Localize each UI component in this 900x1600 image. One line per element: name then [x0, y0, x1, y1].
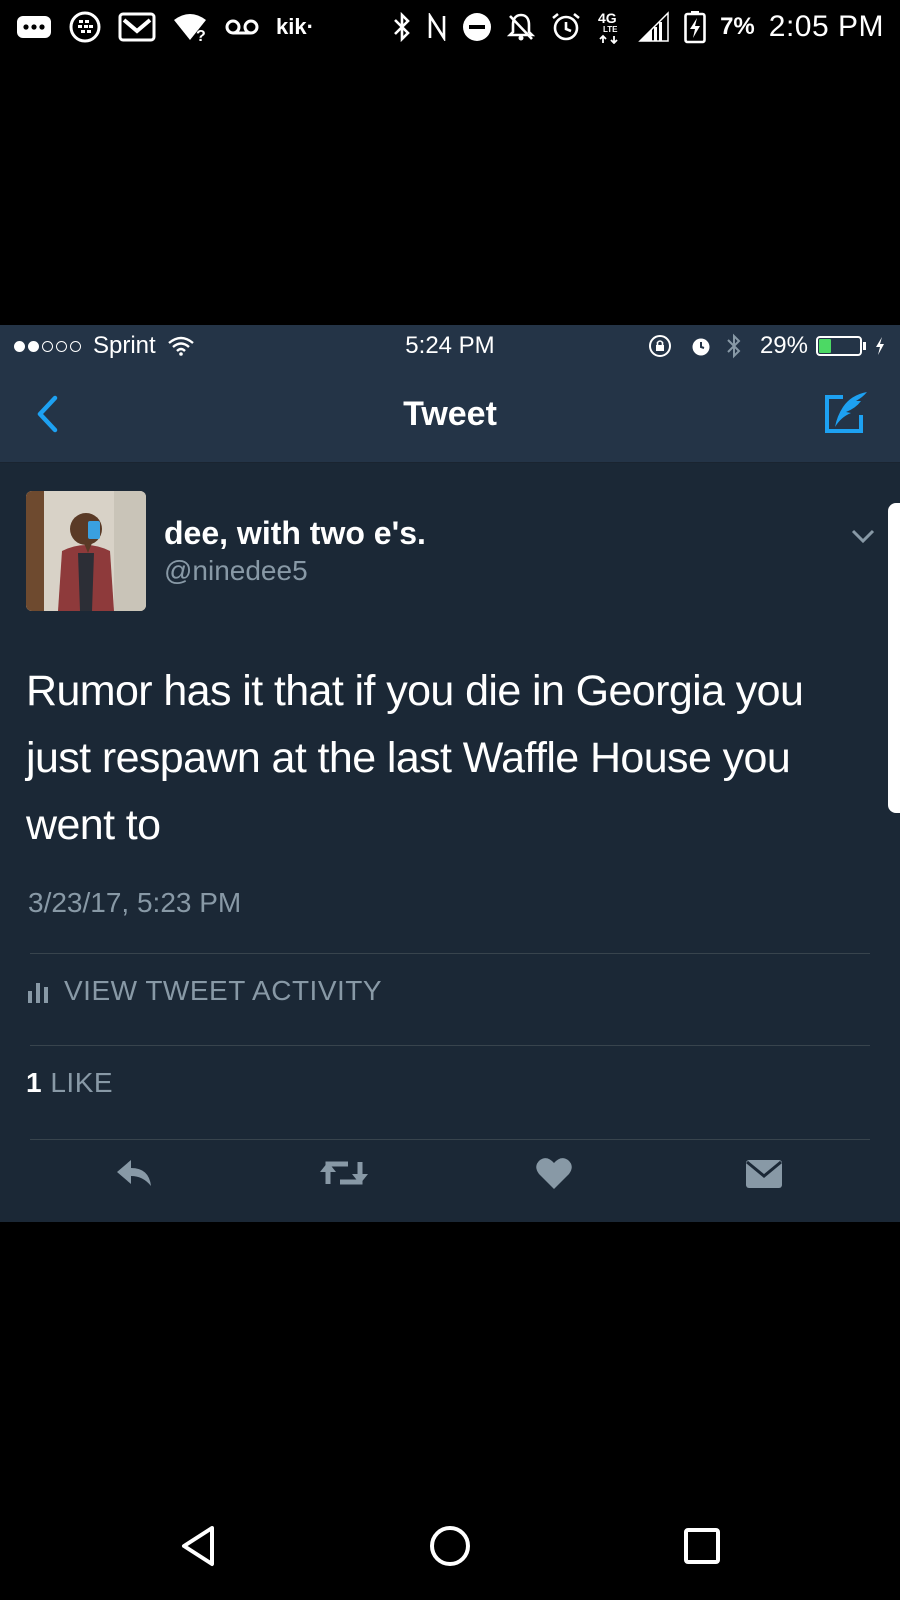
carrier-name: Sprint: [93, 332, 156, 359]
signal-dot: [42, 340, 53, 352]
reply-button[interactable]: [104, 1143, 164, 1203]
divider: [30, 953, 870, 954]
signal-dot: [56, 340, 67, 352]
network-type-label: 4G: [598, 10, 617, 26]
back-button[interactable]: [22, 389, 72, 439]
user-display-name[interactable]: dee, with two e's.: [164, 515, 426, 552]
likes-count[interactable]: 1 LIKE: [26, 1067, 113, 1099]
reply-icon: [117, 1160, 151, 1186]
voicemail-icon: [224, 17, 260, 37]
tweet-actions: [0, 1143, 900, 1222]
do-not-disturb-icon: [462, 12, 492, 42]
view-tweet-activity-label: VIEW TWEET ACTIVITY: [64, 975, 383, 1006]
signal-dot: [14, 340, 25, 352]
wifi-icon: [167, 336, 194, 356]
signal-dot: [70, 340, 81, 352]
android-clock: 2:05 PM: [768, 10, 884, 43]
view-tweet-activity-button[interactable]: VIEW TWEET ACTIVITY: [26, 975, 382, 1007]
compose-tweet-icon: [825, 392, 867, 433]
home-nav-button[interactable]: [420, 1516, 480, 1576]
ios-alarm-icon: [690, 335, 712, 357]
network-type-icon: 4G LTE: [596, 10, 624, 44]
cell-signal-dots: [14, 340, 81, 352]
envelope-icon: [746, 1160, 782, 1188]
ios-battery-fill: [819, 339, 832, 353]
blackberry-messenger-icon: [68, 10, 102, 44]
ios-battery-icon: [816, 336, 862, 356]
avatar-photo: [26, 491, 146, 611]
android-navigation-bar: [0, 1496, 900, 1600]
like-button[interactable]: [524, 1143, 584, 1203]
edge-panel-handle[interactable]: [888, 503, 900, 813]
network-sub-label: LTE: [603, 25, 618, 34]
tweet-screenshot: Sprint 5:24 PM 29% Tweet dee, with two e…: [0, 325, 900, 1222]
divider: [30, 1139, 870, 1140]
divider: [30, 1045, 870, 1046]
bar-chart-icon: [28, 983, 48, 1003]
direct-message-button[interactable]: [734, 1143, 794, 1203]
user-handle[interactable]: @ninedee5: [164, 555, 308, 587]
rotation-lock-icon: [648, 334, 672, 358]
more-options-button[interactable]: [846, 519, 880, 553]
android-battery-percent: 7%: [720, 13, 755, 40]
back-nav-button[interactable]: [168, 1516, 228, 1576]
chevron-down-icon: [851, 529, 875, 544]
charging-bolt-icon: [874, 336, 886, 356]
avatar[interactable]: [26, 491, 146, 611]
navigation-bar: Tweet: [0, 367, 900, 463]
retweet-button[interactable]: [314, 1143, 374, 1203]
tweet-text: Rumor has it that if you die in Georgia …: [26, 667, 804, 849]
wifi-unknown-label: ?: [196, 28, 206, 42]
heart-icon: [536, 1158, 572, 1189]
notifications-off-icon: [506, 12, 536, 42]
chevron-left-icon: [37, 395, 58, 433]
ios-bluetooth-icon: [726, 333, 742, 359]
compose-button[interactable]: [818, 385, 874, 441]
cell-signal-icon: [638, 11, 670, 43]
battery-charging-icon: [684, 10, 706, 44]
square-recents-icon: [684, 1528, 720, 1564]
gmail-icon: [118, 12, 156, 42]
tweet-timestamp: 3/23/17, 5:23 PM: [28, 887, 242, 918]
ios-battery-percent: 29%: [759, 332, 808, 359]
bluetooth-icon: [392, 12, 412, 42]
android-status-bar: ? kik· 4G LTE 7% 2:05 PM: [0, 0, 900, 54]
nfc-icon: [426, 13, 448, 41]
retweet-icon: [320, 1161, 368, 1185]
alarm-icon: [550, 11, 582, 43]
more-notifications-icon: [16, 13, 52, 41]
likes-label: LIKE: [50, 1067, 114, 1098]
likes-number: 1: [26, 1067, 43, 1098]
ios-status-bar: Sprint 5:24 PM 29%: [0, 325, 900, 367]
wifi-unknown-icon: ?: [172, 12, 208, 42]
ios-battery-tip: [863, 342, 866, 350]
triangle-back-icon: [182, 1526, 214, 1566]
kik-icon: kik·: [276, 14, 314, 39]
page-title: Tweet: [403, 395, 497, 433]
circle-home-icon: [430, 1526, 470, 1566]
signal-dot: [28, 340, 39, 352]
recents-nav-button[interactable]: [672, 1516, 732, 1576]
